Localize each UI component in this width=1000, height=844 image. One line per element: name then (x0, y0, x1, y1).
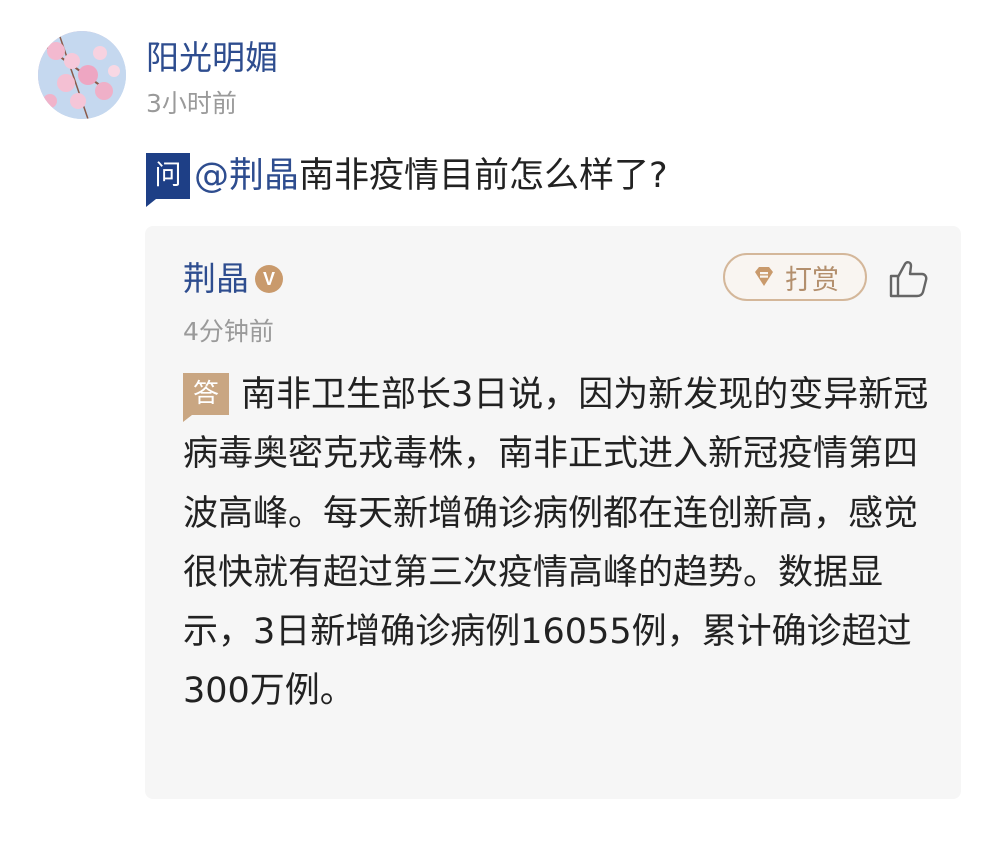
post-author-name[interactable]: 阳光明媚 (146, 38, 278, 78)
answer-text: 南非卫生部长3日说，因为新发现的变异新冠病毒奥密克戎毒株，南非正式进入新冠疫情第… (183, 375, 929, 712)
user-avatar[interactable] (38, 31, 126, 119)
diamond-icon (755, 267, 773, 286)
answer-timestamp: 4分钟前 (183, 317, 274, 346)
answer-card: 荆晶 V 打赏 4分钟前 答南非卫生部长3日说，因为新发现的变异新冠病毒奥密克戎… (145, 226, 961, 799)
qa-post: 阳光明媚 3小时前 问 @荆晶 南非疫情目前怎么样了? 荆晶 V 打赏 4分钟前… (0, 0, 1000, 844)
thumbs-up-icon[interactable] (885, 256, 931, 302)
answer-author[interactable]: 荆晶 V (183, 258, 283, 300)
mention-link[interactable]: @荆晶 (194, 150, 299, 202)
answer-content: 答南非卫生部长3日说，因为新发现的变异新冠病毒奥密克戎毒株，南非正式进入新冠疫情… (183, 366, 929, 722)
post-timestamp: 3小时前 (146, 89, 237, 118)
question-line: 问 @荆晶 南非疫情目前怎么样了? (146, 150, 668, 207)
tip-label: 打赏 (785, 264, 839, 296)
verified-icon: V (255, 265, 283, 293)
tip-button[interactable]: 打赏 (723, 253, 867, 301)
answer-badge: 答 (183, 373, 229, 422)
question-badge: 问 (146, 153, 190, 207)
answer-author-name[interactable]: 荆晶 (183, 258, 249, 300)
question-text: 南非疫情目前怎么样了? (299, 156, 668, 196)
cherry-blossom-avatar-icon (38, 31, 126, 119)
